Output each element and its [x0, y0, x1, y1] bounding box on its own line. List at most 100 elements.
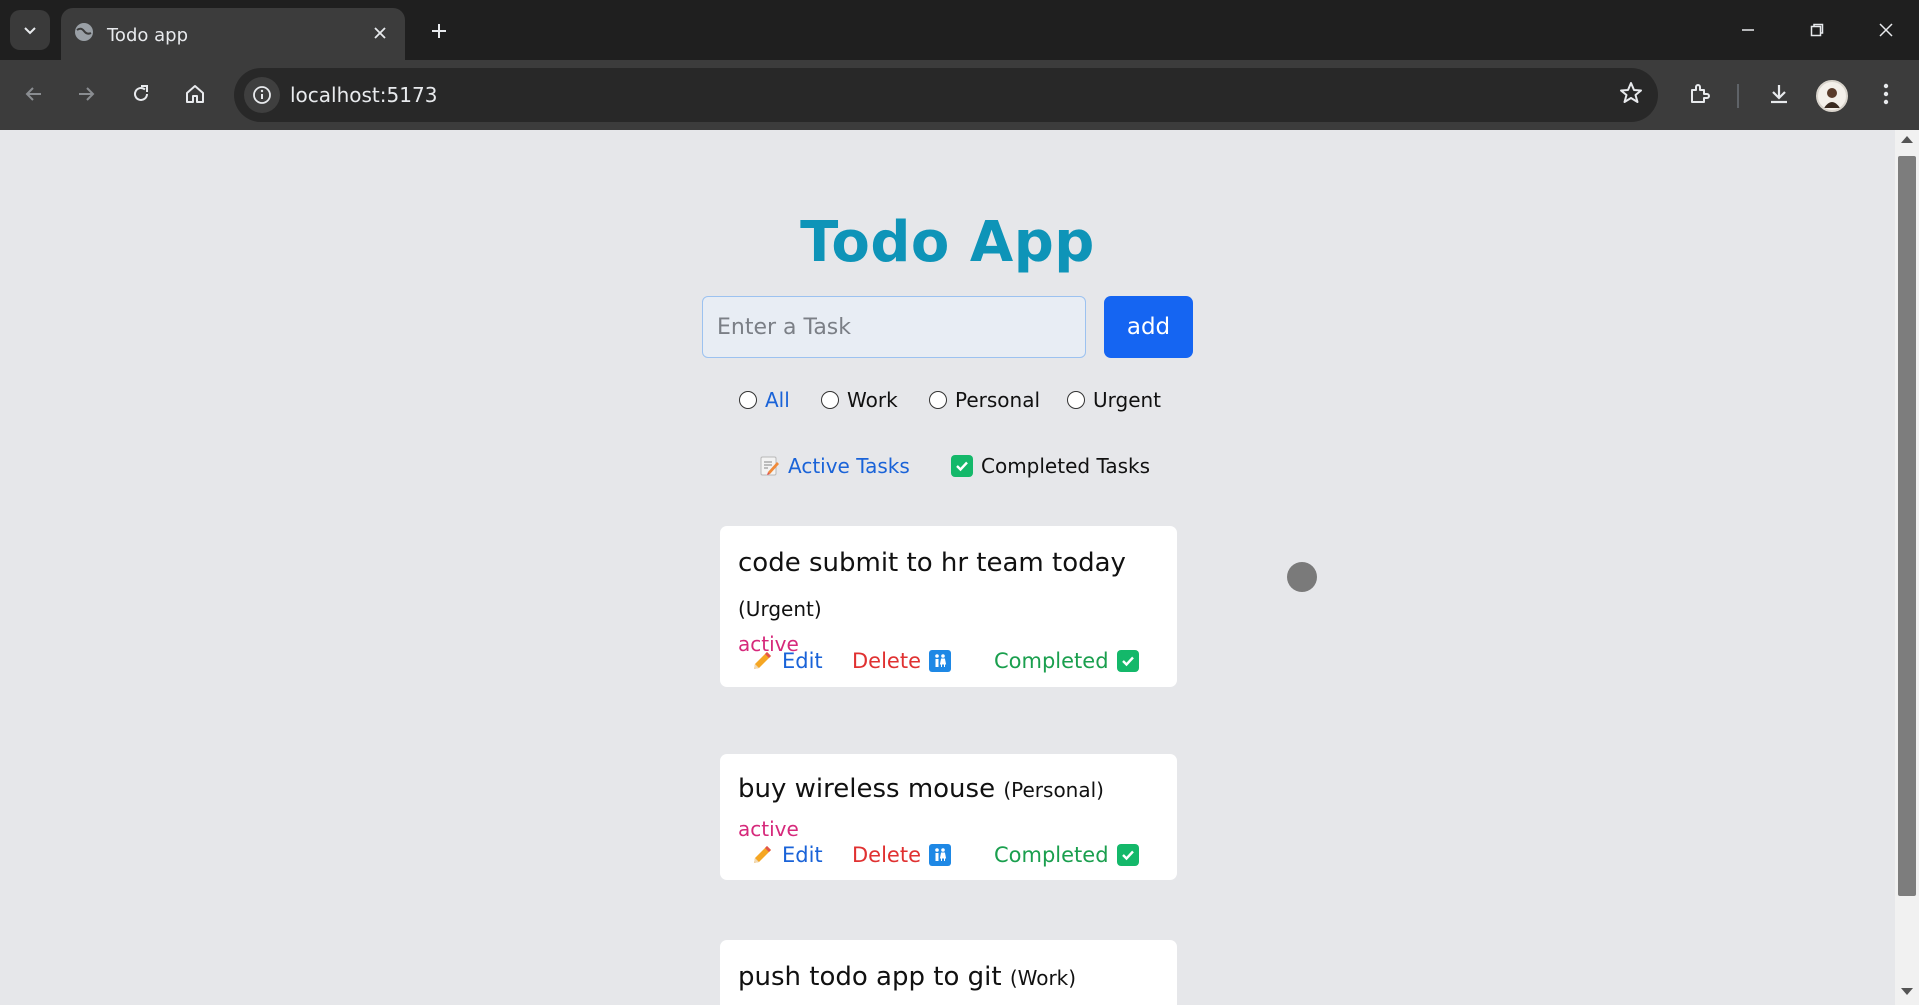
- profile-icon: [1824, 88, 1840, 108]
- app-title: Todo App: [800, 210, 1095, 275]
- pencil-icon: [754, 652, 771, 669]
- puzzle-icon: [1691, 84, 1710, 103]
- mouse-cursor: [1287, 562, 1317, 592]
- task-category: (Personal): [1003, 778, 1104, 802]
- task-status: active: [738, 817, 799, 841]
- tab-title: Todo app: [107, 25, 188, 46]
- minimize-icon: [1742, 29, 1754, 31]
- scroll-down-arrow[interactable]: [1901, 988, 1913, 995]
- radio-button[interactable]: [821, 391, 839, 409]
- plus-icon: [432, 24, 446, 38]
- close-window-button[interactable]: [1866, 12, 1906, 48]
- task-input[interactable]: [702, 296, 1086, 358]
- check-box-icon: [1116, 650, 1139, 672]
- close-icon: [1879, 23, 1893, 37]
- task-card: code submit to hr team today (Urgent) ac…: [720, 526, 1177, 687]
- task-title: buy wireless mouse: [738, 774, 996, 804]
- menu-button[interactable]: [1866, 74, 1906, 114]
- page-viewport: Todo App add All Work Personal Urgent Ac…: [0, 130, 1895, 1005]
- profile-avatar[interactable]: [1816, 80, 1848, 112]
- delete-label: Delete: [852, 649, 921, 673]
- filter-urgent[interactable]: Urgent: [1067, 388, 1161, 412]
- add-button[interactable]: add: [1104, 296, 1193, 358]
- tab-close-button[interactable]: [367, 20, 393, 46]
- restore-button[interactable]: [1797, 12, 1837, 48]
- complete-button[interactable]: Completed: [994, 649, 1139, 673]
- reload-icon: [134, 85, 148, 101]
- radio-button[interactable]: [1067, 391, 1085, 409]
- restore-icon: [1810, 23, 1824, 37]
- back-button[interactable]: [14, 74, 54, 114]
- home-icon: [186, 85, 204, 103]
- tab-search-button[interactable]: [10, 10, 50, 50]
- scroll-up-arrow[interactable]: [1901, 136, 1913, 143]
- page-scrollbar[interactable]: [1895, 130, 1919, 1005]
- task-category: (Urgent): [738, 597, 822, 621]
- memo-icon: [760, 456, 779, 476]
- task-actions: Edit Delete Completed: [750, 649, 1170, 679]
- filter-label: Urgent: [1093, 388, 1162, 412]
- close-icon: [374, 27, 386, 39]
- task-title-row: buy wireless mouse (Personal): [738, 774, 1104, 804]
- browser-tab[interactable]: Todo app: [61, 8, 405, 60]
- complete-button[interactable]: Completed: [994, 843, 1139, 867]
- completed-tasks-link[interactable]: Completed Tasks: [951, 454, 1150, 478]
- check-box-icon: [1116, 844, 1139, 866]
- active-tasks-link[interactable]: Active Tasks: [758, 454, 910, 478]
- active-tasks-label: Active Tasks: [788, 454, 910, 478]
- restroom-icon: [929, 844, 951, 866]
- toolbar-divider: [1737, 84, 1739, 108]
- info-icon: [253, 86, 271, 104]
- task-card: buy wireless mouse (Personal) active Edi…: [720, 754, 1177, 880]
- filter-personal[interactable]: Personal: [929, 388, 1040, 412]
- delete-button[interactable]: Delete: [852, 843, 951, 867]
- download-icon: [1771, 85, 1787, 104]
- completed-label: Completed: [994, 649, 1109, 673]
- task-title: push todo app to git: [738, 962, 1002, 992]
- check-box-icon: [951, 455, 973, 477]
- minimize-button[interactable]: [1728, 12, 1768, 48]
- task-card: push todo app to git (Work): [720, 940, 1177, 1005]
- bookmark-button[interactable]: [1618, 80, 1644, 110]
- task-actions: Edit Delete Completed: [750, 843, 1170, 873]
- extensions-button[interactable]: [1680, 74, 1720, 114]
- delete-button[interactable]: Delete: [852, 649, 951, 673]
- star-icon: [1620, 82, 1642, 103]
- completed-tasks-label: Completed Tasks: [981, 454, 1151, 478]
- completed-label: Completed: [994, 843, 1109, 867]
- chevron-down-icon: [24, 27, 36, 35]
- globe-icon: [75, 23, 93, 41]
- new-tab-button[interactable]: [423, 15, 455, 47]
- radio-button[interactable]: [739, 391, 757, 409]
- task-category: (Work): [1009, 966, 1077, 990]
- forward-button[interactable]: [66, 74, 106, 114]
- tab-strip: Todo app: [0, 0, 1919, 60]
- task-title-row: push todo app to git (Work): [738, 962, 1076, 992]
- restroom-icon: [929, 650, 951, 672]
- task-title: code submit to hr team today: [738, 548, 1126, 578]
- edit-button[interactable]: Edit: [750, 649, 823, 673]
- category-filter-group: All Work Personal Urgent: [0, 388, 1895, 418]
- arrow-left-icon: [25, 87, 41, 101]
- pencil-icon: [754, 846, 771, 863]
- filter-work[interactable]: Work: [821, 388, 898, 412]
- delete-label: Delete: [852, 843, 921, 867]
- url-text[interactable]: localhost:5173: [290, 83, 437, 107]
- browser-toolbar: localhost:5173: [0, 60, 1919, 130]
- edit-label: Edit: [782, 649, 823, 673]
- downloads-button[interactable]: [1759, 74, 1799, 114]
- address-bar[interactable]: localhost:5173: [234, 68, 1658, 122]
- scroll-thumb[interactable]: [1898, 156, 1916, 896]
- home-button[interactable]: [175, 74, 215, 114]
- filter-label: Personal: [955, 388, 1041, 412]
- more-vert-icon: [1883, 83, 1889, 105]
- edit-label: Edit: [782, 843, 823, 867]
- radio-button[interactable]: [929, 391, 947, 409]
- edit-button[interactable]: Edit: [750, 843, 823, 867]
- reload-button[interactable]: [121, 74, 161, 114]
- filter-label: All: [765, 388, 790, 412]
- filter-all[interactable]: All: [739, 388, 790, 412]
- site-info-button[interactable]: [244, 77, 280, 113]
- view-switcher: Active Tasks Completed Tasks: [0, 454, 1895, 486]
- filter-label: Work: [847, 388, 898, 412]
